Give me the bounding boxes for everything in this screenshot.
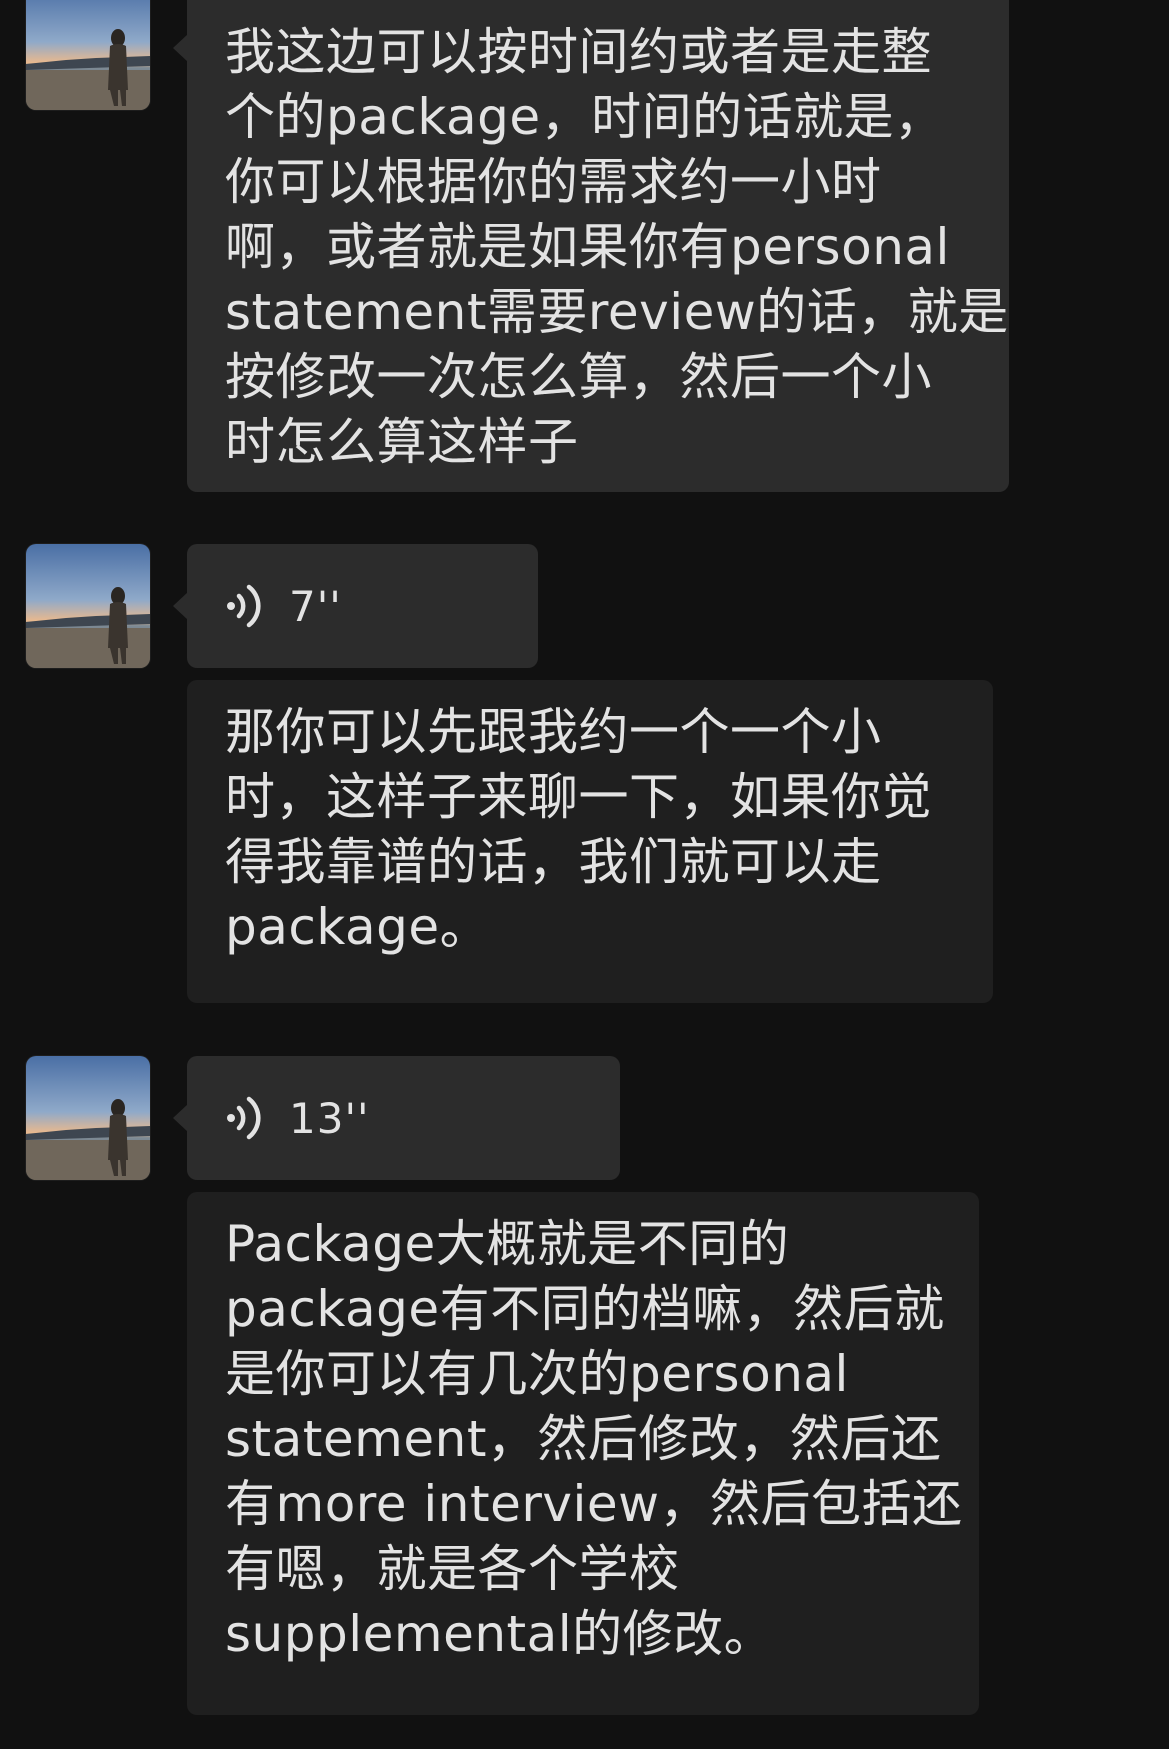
message-bubble[interactable]: 我这边可以按时间约或者是走整 个的package，时间的话就是， 你可以根据你的…	[173, 0, 1009, 492]
message-line: 有more interview，然后包括还	[225, 1475, 963, 1533]
contact-avatar[interactable]	[26, 1056, 150, 1180]
bubble-tail	[173, 592, 188, 620]
message-bubble[interactable]: 那你可以先跟我约一个一个小 时，这样子来聊一下，如果你觉 得我靠谱的话，我们就可…	[187, 680, 993, 1003]
message-line: 时，这样子来聊一下，如果你觉	[225, 768, 932, 826]
voice-message[interactable]: 13''	[173, 1056, 620, 1180]
message-line: 啊，或者就是如果你有personal	[225, 218, 950, 276]
bubble-tail	[173, 34, 188, 62]
contact-avatar[interactable]	[26, 0, 150, 110]
message-line: Package大概就是不同的	[225, 1215, 790, 1273]
voice-duration: 13''	[289, 1093, 370, 1143]
message-line: 你可以根据你的需求约一小时	[225, 153, 882, 211]
message-line: 得我靠谱的话，我们就可以走	[225, 833, 882, 891]
voice-duration: 7''	[289, 581, 342, 631]
chat-history[interactable]: 我这边可以按时间约或者是走整 个的package，时间的话就是， 你可以根据你的…	[0, 0, 1169, 1749]
message-bubble[interactable]: Package大概就是不同的 package有不同的档嘛，然后就 是你可以有几次…	[187, 1192, 979, 1715]
message-line: 个的package，时间的话就是，	[225, 88, 945, 146]
contact-avatar[interactable]	[26, 544, 150, 668]
message-line: statement需要review的话，就是	[225, 283, 1009, 341]
message-line: 时怎么算这样子	[225, 413, 579, 471]
voice-wave-icon	[225, 1093, 267, 1143]
message-line: package有不同的档嘛，然后就	[225, 1280, 945, 1338]
message-line: 我这边可以按时间约或者是走整	[225, 23, 932, 81]
bubble-tail	[173, 1104, 188, 1132]
message-line: 有嗯，就是各个学校	[225, 1540, 680, 1598]
message-line: 是你可以有几次的personal	[225, 1345, 849, 1403]
voice-message[interactable]: 7''	[173, 544, 538, 668]
voice-wave-icon	[225, 581, 267, 631]
message-line: package。	[225, 898, 491, 956]
message-line: 按修改一次怎么算，然后一个小	[225, 348, 932, 406]
message-line: 那你可以先跟我约一个一个小	[225, 703, 882, 761]
message-line: supplemental的修改。	[225, 1605, 775, 1663]
message-line: statement，然后修改，然后还	[225, 1410, 942, 1468]
